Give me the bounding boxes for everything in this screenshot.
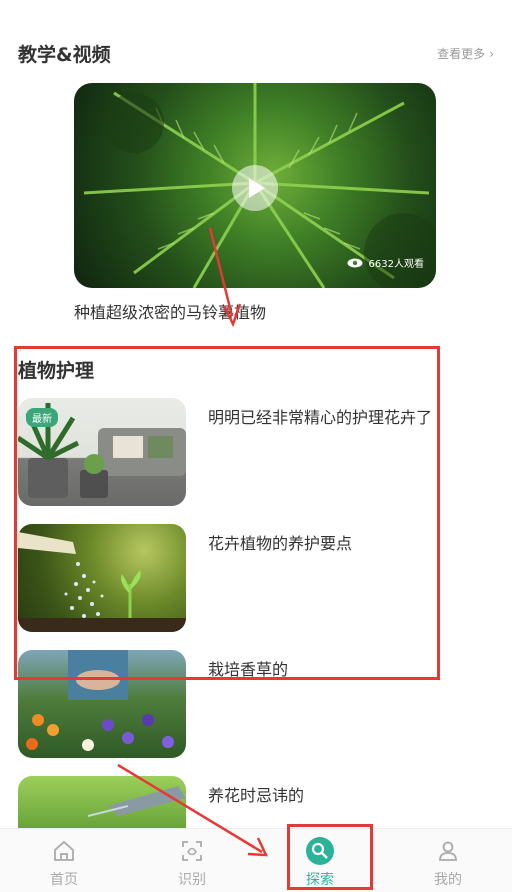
play-button[interactable]: [232, 165, 278, 211]
annotation-box-plant-care: [14, 346, 440, 680]
tab-profile[interactable]: 我的: [384, 829, 512, 892]
chevron-right-icon: ›: [489, 47, 494, 61]
user-icon: [439, 841, 457, 861]
tab-home-label: 首页: [50, 872, 78, 888]
see-more-label: 查看更多: [437, 47, 486, 61]
view-count-text: 6632人观看: [368, 259, 424, 270]
tab-scan[interactable]: 识别: [128, 829, 256, 892]
see-more-link[interactable]: 查看更多 ›: [437, 45, 494, 62]
bottom-tab-bar: 首页 识别 探索 我的: [0, 828, 512, 892]
section-header: 教学&视频 查看更多 ›: [18, 40, 494, 68]
view-count: 6632人观看: [347, 255, 424, 270]
eye-icon: [347, 258, 363, 267]
article-title: 养花时忌讳的: [208, 786, 305, 805]
article-thumbnail: [18, 776, 186, 828]
tab-home[interactable]: 首页: [0, 829, 128, 892]
play-icon: [249, 178, 265, 198]
home-icon: [54, 840, 74, 861]
video-title[interactable]: 种植超级浓密的马铃薯植物: [74, 299, 266, 323]
article-item[interactable]: 养花时忌讳的: [18, 776, 488, 828]
scan-icon: [182, 841, 202, 861]
tab-scan-label: 识别: [178, 872, 206, 888]
annotation-box-explore-tab: [287, 824, 373, 890]
section-title: 教学&视频: [18, 44, 111, 66]
tab-profile-label: 我的: [434, 872, 462, 888]
video-card[interactable]: 6632人观看: [74, 83, 436, 288]
watering-can-image: [87, 786, 186, 817]
